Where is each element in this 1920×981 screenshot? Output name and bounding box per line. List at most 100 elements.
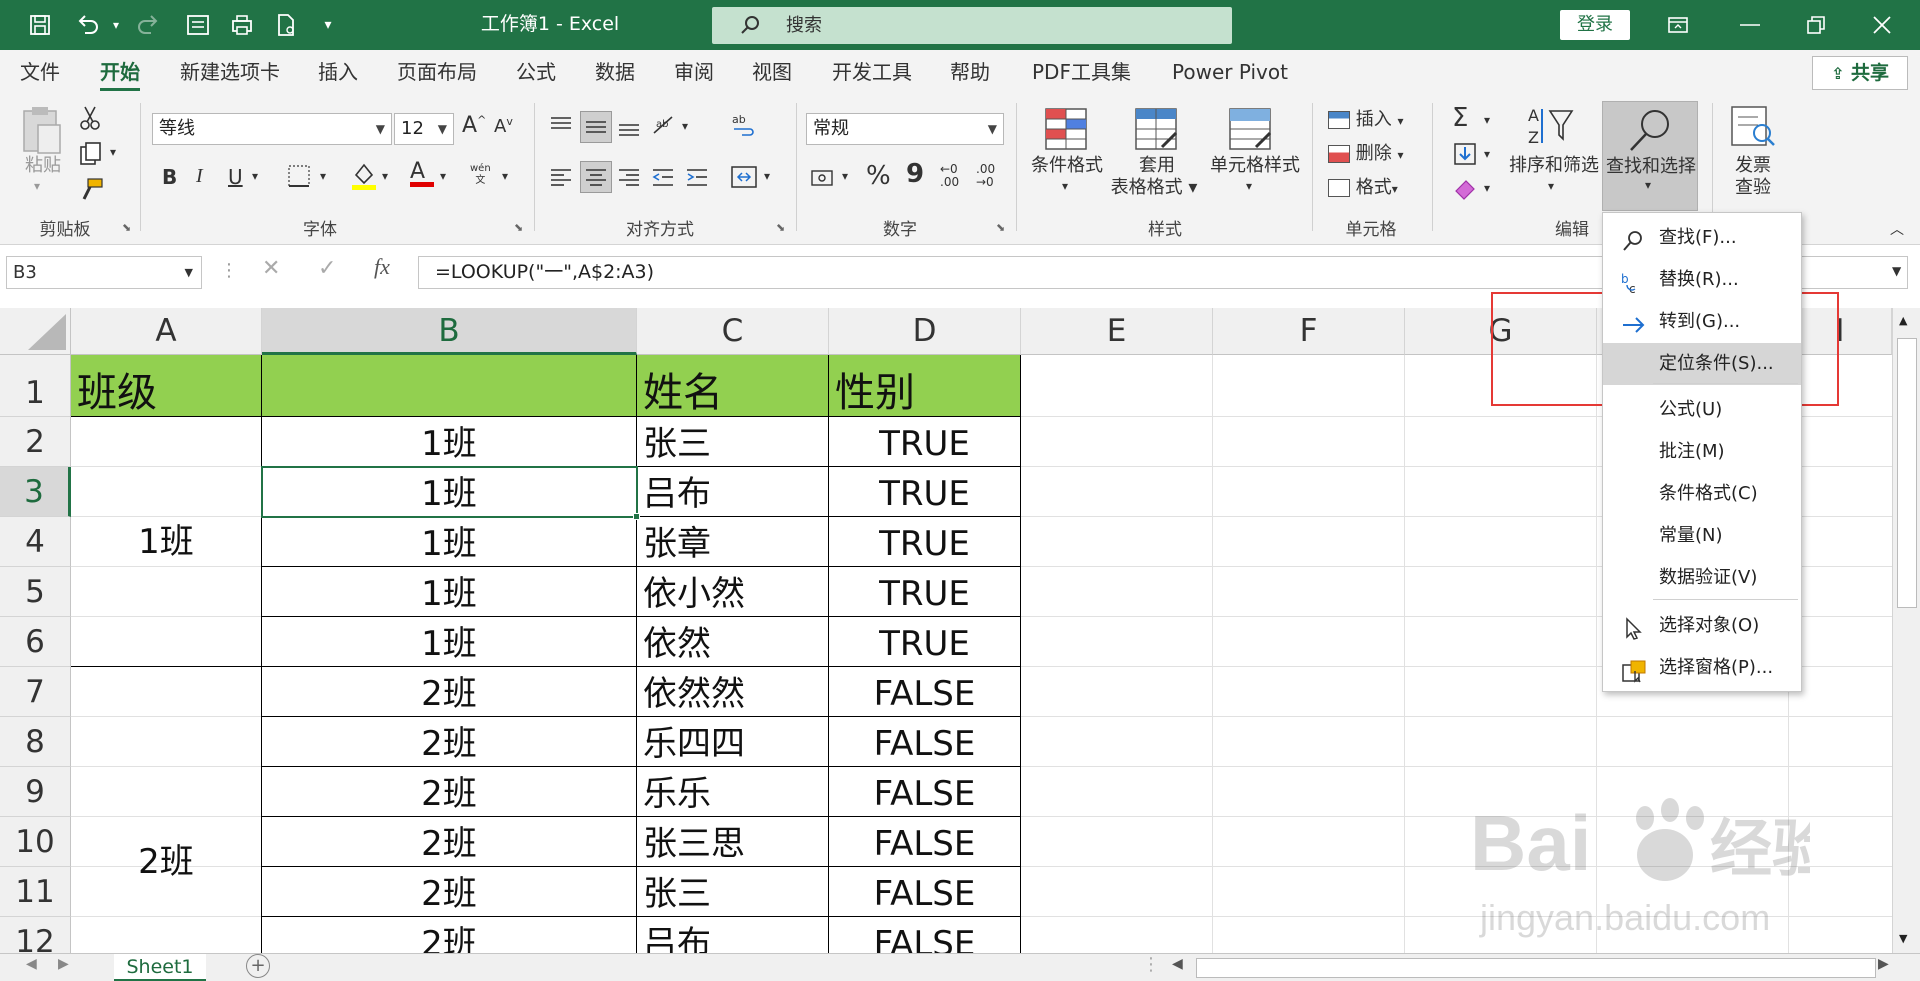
tab-view[interactable]: 视图 — [752, 50, 792, 95]
menu-item-10[interactable]: 选择窗格(P)... — [1603, 647, 1801, 689]
paste-dropdown-icon[interactable]: ▾ — [34, 179, 40, 193]
row-header-8[interactable]: 8 — [0, 717, 71, 767]
cut-icon[interactable] — [78, 105, 106, 133]
grow-font-icon[interactable]: A^ — [462, 113, 486, 138]
share-button[interactable]: ⇪ 共享 — [1812, 56, 1908, 90]
cell-a2-merged[interactable]: 1班 — [71, 417, 262, 667]
tab-insert[interactable]: 插入 — [318, 50, 358, 95]
row-header-5[interactable]: 5 — [0, 567, 71, 617]
row-header-3[interactable]: 3 — [0, 467, 71, 517]
row-header-2[interactable]: 2 — [0, 417, 71, 467]
clear-dropdown-icon[interactable]: ▾ — [1484, 181, 1490, 195]
cell-a7-merged[interactable]: 2班 — [71, 667, 262, 953]
tab-help[interactable]: 帮助 — [950, 50, 990, 95]
cell-d7[interactable]: FALSE — [829, 667, 1021, 717]
increase-indent-icon[interactable] — [684, 165, 712, 193]
form-icon[interactable] — [178, 8, 218, 42]
menu-item-6[interactable]: 条件格式(C) — [1603, 473, 1801, 515]
accounting-format-icon[interactable] — [810, 165, 838, 193]
cell-c7[interactable]: 依然然 — [637, 667, 829, 717]
decrease-decimal-icon[interactable]: .00 →0 — [976, 163, 995, 189]
row-header-7[interactable]: 7 — [0, 667, 71, 717]
select-all-corner[interactable] — [0, 308, 71, 355]
row-header-1[interactable]: 1 — [0, 355, 71, 417]
column-header-a[interactable]: A — [71, 308, 262, 355]
cell-b5[interactable]: 1班 — [262, 567, 637, 617]
cell-c6[interactable]: 依然 — [637, 617, 829, 667]
cell-b2[interactable]: 1班 — [262, 417, 637, 467]
horizontal-scroll-thumb[interactable] — [1196, 958, 1876, 978]
tab-home[interactable]: 开始 — [100, 50, 140, 95]
cell-c8[interactable]: 乐四四 — [637, 717, 829, 767]
menu-item-2[interactable]: 转到(G)... — [1603, 301, 1801, 343]
format-painter-icon[interactable] — [78, 177, 106, 205]
conditional-format-icon[interactable] — [1042, 107, 1090, 151]
bold-button[interactable]: B — [162, 165, 177, 189]
border-icon[interactable] — [286, 163, 314, 191]
customize-qat-icon[interactable]: ▾ — [308, 8, 348, 42]
tab-pdf-tools[interactable]: PDF工具集 — [1032, 50, 1131, 95]
scroll-left-icon[interactable]: ◀ — [1172, 956, 1183, 972]
next-sheet-icon[interactable]: ▶ — [58, 956, 69, 972]
tab-file[interactable]: 文件 — [20, 50, 60, 95]
phonetic-icon[interactable]: wén 文 — [470, 163, 491, 187]
save-icon[interactable] — [20, 8, 60, 42]
menu-item-1[interactable]: b c 替换(R)... — [1603, 259, 1801, 301]
cell-c9[interactable]: 乐乐 — [637, 767, 829, 817]
cell-d8[interactable]: FALSE — [829, 717, 1021, 767]
cell-b6[interactable]: 1班 — [262, 617, 637, 667]
tab-developer[interactable]: 开发工具 — [832, 50, 912, 95]
cell-d3[interactable]: TRUE — [829, 467, 1021, 517]
cell-c1[interactable]: 姓名 — [637, 355, 829, 417]
prev-sheet-icon[interactable]: ◀ — [26, 956, 37, 972]
format-as-table-icon[interactable] — [1132, 107, 1180, 151]
orientation-dropdown-icon[interactable]: ▾ — [682, 119, 688, 133]
format-cells-button[interactable]: 格式▾ — [1328, 173, 1398, 199]
sort-filter-dropdown-icon[interactable]: ▾ — [1548, 179, 1554, 193]
search-box[interactable]: 搜索 — [712, 7, 1232, 44]
fill-color-dropdown-icon[interactable]: ▾ — [382, 169, 388, 183]
menu-item-7[interactable]: 常量(N) — [1603, 515, 1801, 557]
fill-color-icon[interactable] — [350, 161, 378, 190]
name-box[interactable]: B3 ▼ — [6, 256, 202, 289]
row-header-10[interactable]: 10 — [0, 817, 71, 867]
comma-style-button[interactable]: 9 — [906, 159, 924, 189]
cell-b9[interactable]: 2班 — [262, 767, 637, 817]
border-dropdown-icon[interactable]: ▾ — [320, 169, 326, 183]
cell-b11[interactable]: 2班 — [262, 867, 637, 917]
align-middle-icon[interactable] — [580, 111, 612, 143]
tab-page-layout[interactable]: 页面布局 — [397, 50, 477, 95]
wrap-text-icon[interactable]: ab — [730, 111, 758, 139]
percent-button[interactable]: % — [866, 161, 891, 191]
orientation-icon[interactable]: ab — [650, 111, 678, 139]
vertical-scrollbar[interactable]: ▲ ▼ — [1892, 308, 1920, 953]
align-bottom-icon[interactable] — [616, 113, 644, 141]
column-header-c[interactable]: C — [637, 308, 829, 355]
tab-data[interactable]: 数据 — [595, 50, 635, 95]
menu-item-0[interactable]: 查找(F)... — [1603, 217, 1801, 259]
insert-function-button[interactable]: fx — [374, 254, 390, 280]
cancel-icon[interactable]: ✕ — [262, 256, 280, 281]
add-sheet-icon[interactable]: + — [246, 954, 270, 978]
alignment-launcher-icon[interactable]: ⬊ — [776, 221, 785, 234]
align-top-icon[interactable] — [548, 113, 576, 141]
row-header-11[interactable]: 11 — [0, 867, 71, 917]
delete-cells-button[interactable]: 删除 ▾ — [1328, 139, 1404, 165]
cell-styles-dropdown-icon[interactable]: ▾ — [1246, 179, 1252, 193]
collapse-ribbon-icon[interactable]: ︿ — [1890, 219, 1904, 239]
underline-button[interactable]: U — [228, 165, 243, 189]
increase-decimal-icon[interactable]: ←0.00 — [940, 163, 959, 189]
cell-d4[interactable]: TRUE — [829, 517, 1021, 567]
align-right-icon[interactable] — [616, 165, 644, 193]
shrink-font-icon[interactable]: Av — [494, 115, 513, 137]
scroll-down-icon[interactable]: ▼ — [1899, 932, 1907, 945]
scroll-right-icon[interactable]: ▶ — [1878, 956, 1889, 972]
menu-item-4[interactable]: 公式(U) — [1603, 389, 1801, 431]
column-header-b[interactable]: B — [262, 308, 637, 355]
restore-icon[interactable] — [1786, 0, 1846, 50]
cell-c11[interactable]: 张三 — [637, 867, 829, 917]
clipboard-launcher-icon[interactable]: ⬊ — [122, 221, 131, 234]
align-left-icon[interactable] — [548, 165, 576, 193]
cell-b7[interactable]: 2班 — [262, 667, 637, 717]
accounting-dropdown-icon[interactable]: ▾ — [842, 169, 848, 183]
